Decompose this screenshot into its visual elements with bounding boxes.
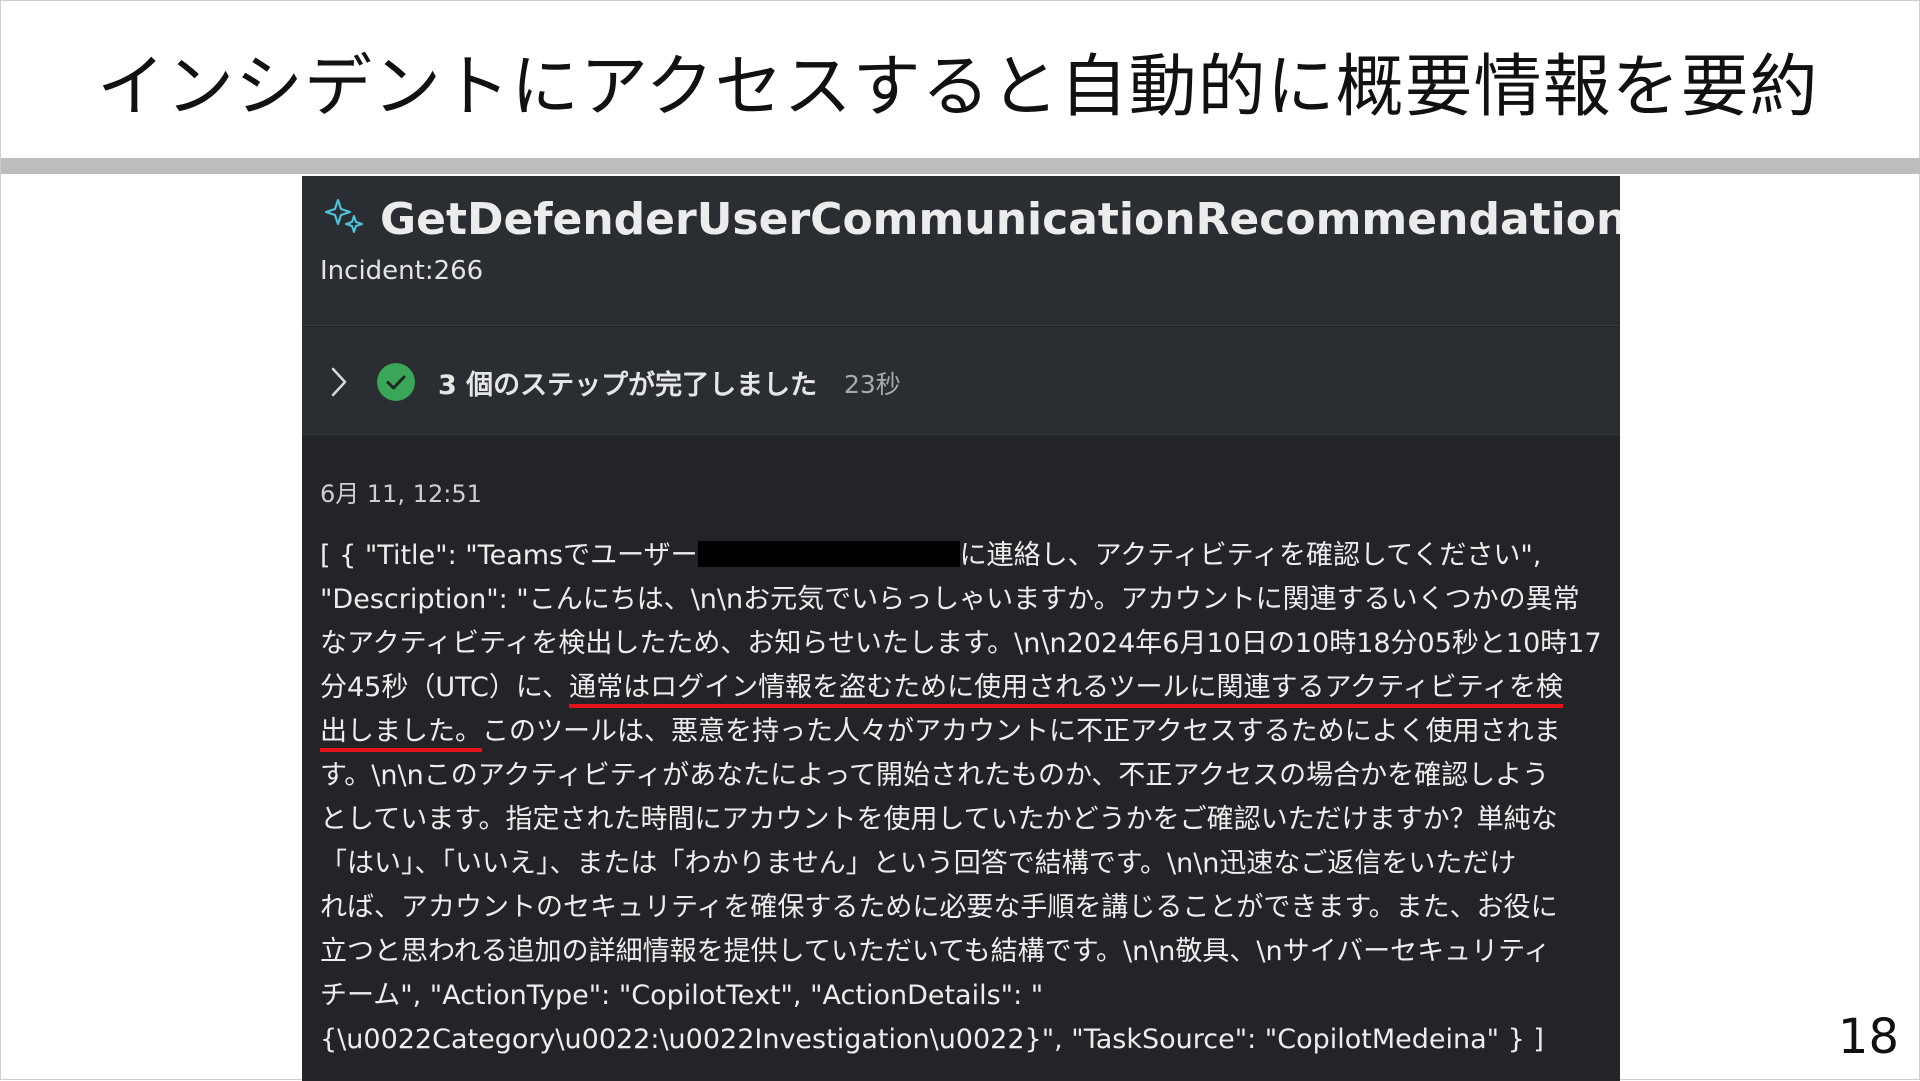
check-circle-icon [377,363,415,401]
sparkle-icon [324,198,363,233]
body-text: に連絡し、アクティビティを確認してください", [959,540,1542,571]
body-line: 立つと思われる追加の詳細情報を提供していただいても結構です。\n\n敬具、\nサ… [320,936,1551,967]
redacted-user-name [697,541,960,567]
highlighted-text: 通常はログイン情報を盗むために使用されるツールに関連するアクティビティを検 [569,672,1563,708]
body-line: 出しました。このツールは、悪意を持った人々がアカウントに不正アクセスするためによ… [320,710,1610,754]
message-timestamp: 6月 11, 12:51 [320,480,482,508]
body-line: 「はい」、「いいえ」、または「わかりません」という回答で結構です。\n\n迅速な… [320,848,1517,879]
body-line: [ { "Title": "Teamsでユーザー に連絡し、アクティビティを確認し… [320,534,1610,578]
title-divider [1,158,1920,174]
copilot-result-panel: GetDefenderUserCommunicationRecommendati… [302,176,1620,1081]
body-text: [ { "Title": "Teamsでユーザー [320,540,698,571]
body-line: チーム", "ActionType": "CopilotText", "Acti… [320,980,1044,1011]
page-number: 18 [1837,1009,1899,1065]
body-line: す。\n\nこのアクティビティがあなたによって開始されたものか、不正アクセスの場… [320,760,1550,791]
body-text: 分45秒（UTC）に、 [320,672,570,703]
highlighted-text: 出しました。 [320,716,482,752]
body-line: なアクティビティを検出したため、お知らせいたします。\n\n2024年6月10日… [320,628,1602,659]
slide: インシデントにアクセスすると自動的に概要情報を要約 GetDefenderUse… [0,0,1920,1081]
steps-duration: 23秒 [844,370,901,399]
steps-completed-label: 3 個のステップが完了しました [438,370,818,401]
body-line: としています。指定された時間にアカウントを使用していたかどうかをご確認いただけま… [320,804,1558,835]
slide-title: インシデントにアクセスすると自動的に概要情報を要約 [97,48,1819,127]
body-line: れば、アカウントのセキュリティを確保するために必要な手順を講じることができます。… [320,892,1558,923]
body-line: {\u0022Category\u0022:\u0022Investigatio… [320,1024,1544,1055]
steps-summary-row[interactable]: 3 個のステップが完了しました 23秒 [302,327,1620,435]
response-body: [ { "Title": "Teamsでユーザー に連絡し、アクティビティを確認し… [320,534,1610,1062]
body-line: "Description": "こんにちは、\n\nお元気でいらっしゃいますか。… [320,584,1580,615]
body-line: 分45秒（UTC）に、通常はログイン情報を盗むために使用されるツールに関連するア… [320,666,1610,710]
panel-header: GetDefenderUserCommunicationRecommendati… [302,176,1620,326]
chevron-right-icon[interactable] [328,365,350,399]
panel-title: GetDefenderUserCommunicationRecommendati… [380,194,1620,245]
incident-id: Incident:266 [320,256,484,286]
body-text: このツールは、悪意を持った人々がアカウントに不正アクセスするためによく使用されま [482,716,1561,747]
